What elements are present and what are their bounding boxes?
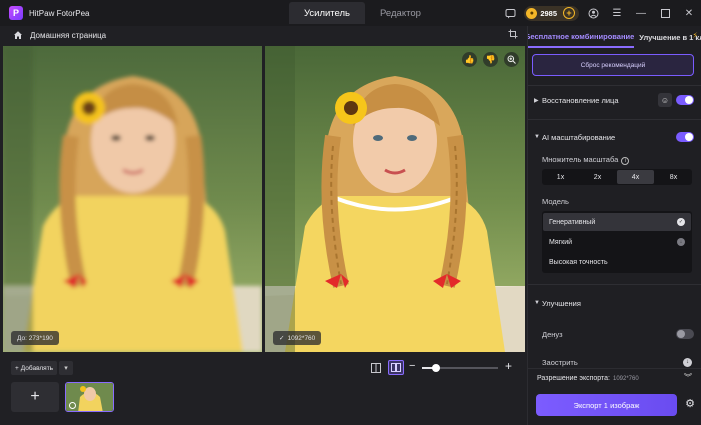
before-photo	[3, 46, 262, 352]
gear-icon[interactable]: ⚙	[685, 397, 695, 410]
model-list: Генеративный ✓ Мягкий ↓ Высокая точность	[542, 211, 692, 273]
face-restore-row[interactable]: ▶ Восстановление лица ☺	[534, 93, 694, 107]
download-icon[interactable]: ↓	[677, 238, 685, 246]
coins-count: 2985	[540, 8, 557, 18]
minimize-icon[interactable]: —	[629, 0, 653, 26]
sharpen-row[interactable]: Заострить ↓	[542, 355, 692, 369]
chevron-down-icon[interactable]: ▾	[59, 361, 73, 375]
title-bar: P HitPaw FotorPea Усилитель Редактор ● 2…	[0, 0, 701, 26]
scale-option-2x[interactable]: 2x	[579, 169, 616, 185]
after-image[interactable]: 👍 👎 ✓ 1092*760	[265, 46, 525, 352]
face-restore-toggle[interactable]	[676, 95, 694, 105]
ai-upscale-toggle[interactable]	[676, 132, 694, 142]
model-option-label: Генеративный	[549, 218, 596, 226]
export-resolution: Разрешение экспорта: 1092*760	[537, 375, 639, 382]
menu-icon[interactable]: ☰	[605, 0, 629, 26]
add-image-button[interactable]: +	[11, 382, 59, 412]
ai-upscale-label: AI масштабирование	[542, 132, 616, 142]
face-icon[interactable]: ☺	[658, 93, 672, 107]
app-name: HitPaw FotorPea	[29, 8, 90, 18]
zoom-slider-knob[interactable]	[431, 364, 440, 372]
divider	[528, 284, 701, 285]
tab-free-combination[interactable]: Бесплатное комбинирование	[528, 26, 635, 48]
download-icon[interactable]: ↓	[683, 357, 692, 367]
improvements-row[interactable]: ▼ Улучшения	[534, 296, 694, 310]
model-option-label: Мягкий	[549, 238, 573, 246]
scale-option-8x[interactable]: 8x	[655, 169, 692, 185]
thumbnail-status-icon	[69, 402, 76, 409]
settings-panel: Бесплатное комбинирование Улучшение в 1 …	[527, 26, 701, 425]
zoom-in-button[interactable]: +	[505, 359, 512, 373]
canvas-area: Домашняя страница До: 273*190 👍 👎 ✓ 1092…	[0, 26, 527, 425]
plus-icon: +	[15, 364, 19, 372]
home-icon[interactable]	[13, 30, 23, 40]
home-link[interactable]: Домашняя страница	[30, 31, 106, 40]
zoom-in-icon[interactable]	[504, 52, 519, 67]
user-icon[interactable]	[581, 0, 605, 26]
add-button-label: Добавлять	[20, 364, 54, 372]
divider	[528, 119, 701, 120]
caret-down-icon: ▼	[534, 134, 540, 140]
tab-editor[interactable]: Редактор	[365, 2, 436, 24]
double-chevron-down-icon[interactable]: ︾	[684, 372, 692, 383]
side-by-side-view-icon[interactable]	[388, 360, 404, 375]
home-bar: Домашняя страница	[0, 26, 527, 44]
export-button[interactable]: Экспорт 1 изображ	[536, 394, 677, 416]
lightning-icon: ⚡	[692, 31, 698, 40]
thumbs-down-icon[interactable]: 👎	[483, 52, 498, 67]
denoise-toggle[interactable]	[676, 329, 694, 339]
app-logo: P	[9, 6, 23, 20]
check-icon: ✓	[677, 218, 685, 226]
improvements-label: Улучшения	[542, 298, 581, 308]
zoom-out-button[interactable]: −	[409, 360, 415, 372]
scale-selector: 1x 2x 4x 8x	[542, 169, 692, 185]
tab-enhancer[interactable]: Усилитель	[289, 2, 366, 24]
image-thumbnail[interactable]	[65, 382, 114, 412]
scale-multiplier-text: Множитель масштаба	[542, 155, 619, 164]
zoom-slider[interactable]	[422, 364, 498, 372]
denoise-label: Денуз	[542, 329, 563, 339]
panel-tabs: Бесплатное комбинирование Улучшение в 1 …	[528, 26, 701, 48]
info-icon[interactable]: i	[621, 157, 630, 165]
after-size-badge: ✓ 1092*760	[273, 331, 322, 345]
scale-option-1x[interactable]: 1x	[542, 169, 579, 185]
after-photo	[265, 46, 525, 352]
image-tools: 👍 👎	[462, 52, 519, 67]
reset-recommendations-button[interactable]: Сброс рекомендаций	[532, 54, 694, 76]
after-size-text: 1092*760	[287, 334, 316, 342]
sharpen-label: Заострить	[542, 357, 578, 367]
scale-multiplier-label: Множитель масштаба i	[542, 155, 630, 165]
window-controls: ● 2985 + ☰ — ✕	[498, 0, 701, 26]
bottom-toolbar: + Добавлять ▾ − +	[0, 358, 527, 378]
scale-option-4x[interactable]: 4x	[617, 170, 654, 184]
export-resolution-label: Разрешение экспорта:	[537, 375, 610, 382]
model-option-generative[interactable]: Генеративный ✓	[543, 213, 691, 231]
export-footer: Разрешение экспорта: 1092*760 ︾ Экспорт 1…	[528, 368, 701, 425]
crop-icon[interactable]	[508, 29, 518, 42]
chat-icon[interactable]	[498, 0, 522, 26]
ai-upscale-row[interactable]: ▼ AI масштабирование	[534, 130, 694, 144]
maximize-icon[interactable]	[653, 0, 677, 26]
export-resolution-value: 1092*760	[612, 376, 639, 382]
model-option-soft[interactable]: Мягкий ↓	[543, 233, 691, 251]
add-coins-icon[interactable]: +	[563, 7, 575, 19]
model-label: Модель	[542, 197, 569, 206]
divider	[528, 85, 701, 86]
thumbs-up-icon[interactable]: 👍	[462, 52, 477, 67]
model-option-high-precision[interactable]: Высокая точность	[543, 253, 691, 271]
coin-icon: ●	[526, 7, 538, 19]
add-button[interactable]: + Добавлять	[11, 361, 58, 375]
close-icon[interactable]: ✕	[677, 0, 701, 26]
check-icon: ✓	[279, 335, 285, 342]
denoise-row[interactable]: Денуз	[542, 327, 694, 341]
face-restore-label: Восстановление лица	[542, 95, 619, 105]
coins-badge[interactable]: ● 2985 +	[524, 5, 579, 21]
split-view-icon[interactable]	[368, 361, 383, 375]
before-size-badge: До: 273*190	[11, 331, 59, 345]
caret-right-icon: ▶	[534, 97, 539, 104]
mode-tabs: Усилитель Редактор	[289, 2, 436, 24]
model-option-label: Высокая точность	[549, 258, 608, 266]
before-image[interactable]: До: 273*190	[3, 46, 262, 352]
caret-down-icon: ▼	[534, 300, 540, 306]
